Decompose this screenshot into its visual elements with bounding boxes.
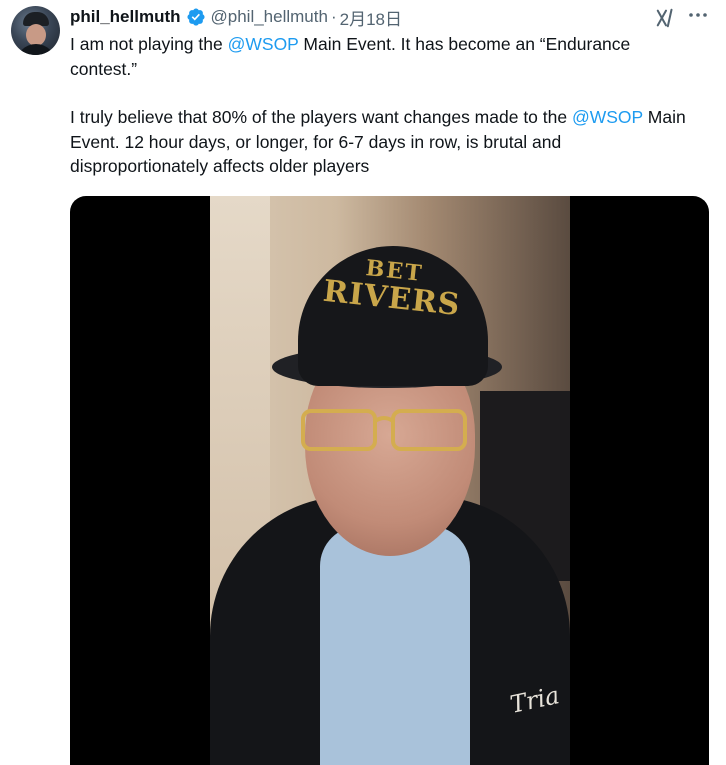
author-handle[interactable]: @phil_hellmuth xyxy=(211,7,328,27)
tweet-text-segment: I am not playing the xyxy=(70,34,228,54)
tweet-header: phil_hellmuth @phil_hellmuth · 2月18日 xyxy=(70,4,402,30)
video-person-shirt xyxy=(320,526,470,765)
video-player[interactable]: BET RIVERS Tria xyxy=(70,196,709,765)
mention-link-wsop[interactable]: @WSOP xyxy=(572,107,643,127)
avatar-face xyxy=(26,24,46,46)
author-display-name[interactable]: phil_hellmuth xyxy=(70,7,181,27)
tweet-text-segment: I truly believe that 80% of the players … xyxy=(70,107,572,127)
mention-link-wsop[interactable]: @WSOP xyxy=(228,34,299,54)
tweet-date[interactable]: 2月18日 xyxy=(340,5,402,30)
grok-icon[interactable] xyxy=(655,7,677,29)
header-separator: · xyxy=(330,7,337,26)
tweet-paragraph: I am not playing the @WSOP Main Event. I… xyxy=(70,32,690,81)
video-person-glasses xyxy=(301,409,467,451)
avatar-shoulders xyxy=(16,44,56,55)
tweet-paragraph: I truly believe that 80% of the players … xyxy=(70,105,690,179)
more-icon[interactable] xyxy=(686,6,710,28)
author-avatar[interactable] xyxy=(11,6,60,55)
verified-badge-icon xyxy=(186,8,205,26)
video-frame[interactable]: BET RIVERS Tria xyxy=(210,196,570,765)
ellipsis-icon xyxy=(689,13,707,17)
tweet-text: I am not playing the @WSOP Main Event. I… xyxy=(70,32,690,179)
